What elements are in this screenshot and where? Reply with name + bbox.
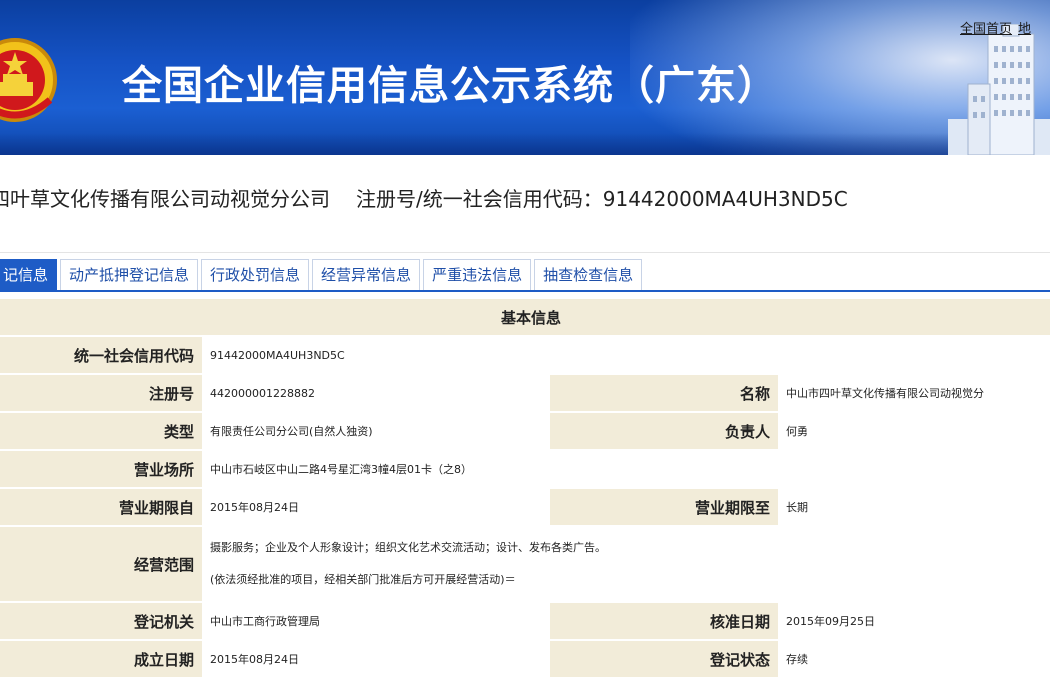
registration-code: 91442000MA4UH3ND5C <box>602 187 848 211</box>
credit-code-value: 91442000MA4UH3ND5C <box>201 335 1050 375</box>
approval-date-label: 核准日期 <box>548 601 780 641</box>
period-from-value: 2015年08月24日 <box>202 487 550 527</box>
tab-abnormal-operation[interactable]: 经营异常信息 <box>312 259 421 291</box>
manager-label: 负责人 <box>548 411 780 451</box>
scope-value: 摄影服务；企业及个人形象设计；组织文化艺术交流活动；设计、发布各类广告。 (依法… <box>201 525 1050 603</box>
national-home-link[interactable]: 全国首页 <box>960 21 1012 36</box>
company-heading: 四叶草文化传播有限公司动视觉分公司 注册号/统一社会信用代码：91442000MA… <box>0 184 848 214</box>
table-row: 基本信息 <box>0 297 1050 337</box>
table-row: 类型 有限责任公司分公司(自然人独资) 负责人 何勇 <box>0 411 1050 451</box>
address-value: 中山市石岐区中山二路4号星汇湾3幢4层01卡（之8） <box>201 449 1050 489</box>
scope-line: 摄影服务；企业及个人形象设计；组织文化艺术交流活动；设计、发布各类广告。 <box>210 541 606 554</box>
tab-chattel-mortgage[interactable]: 动产抵押登记信息 <box>60 259 199 291</box>
site-title: 全国企业信用信息公示系统（广东） <box>122 63 778 109</box>
period-to-label: 营业期限至 <box>548 487 780 527</box>
established-label: 成立日期 <box>0 639 204 679</box>
banner-bottom-band <box>0 133 1050 155</box>
table-row: 经营范围 摄影服务；企业及个人形象设计；组织文化艺术交流活动；设计、发布各类广告… <box>0 525 1050 603</box>
table-row: 成立日期 2015年08月24日 登记状态 存续 <box>0 639 1050 679</box>
table-row: 注册号 442000001228882 名称 中山市四叶草文化传播有限公司动视觉… <box>0 373 1050 413</box>
tab-serious-violation[interactable]: 严重违法信息 <box>423 259 532 291</box>
info-tabs: 记信息 动产抵押登记信息 行政处罚信息 经营异常信息 严重违法信息 抽查检查信息 <box>0 259 645 291</box>
tab-registration-info[interactable]: 记信息 <box>0 259 58 291</box>
table-row: 营业期限自 2015年08月24日 营业期限至 长期 <box>0 487 1050 527</box>
type-label: 类型 <box>0 411 204 451</box>
credit-code-label: 统一社会信用代码 <box>0 335 204 375</box>
name-value: 中山市四叶草文化传播有限公司动视觉分 <box>777 373 1050 413</box>
status-label: 登记状态 <box>548 639 780 679</box>
manager-value: 何勇 <box>777 411 1050 451</box>
divider <box>0 252 1050 253</box>
section-title: 基本信息 <box>0 297 1050 337</box>
header-banner: 全国企业信用信息公示系统（广东） 全国首页地 <box>0 0 1050 155</box>
table-row: 登记机关 中山市工商行政管理局 核准日期 2015年09月25日 <box>0 601 1050 641</box>
map-link[interactable]: 地 <box>1018 21 1031 36</box>
scope-note: (依法须经批准的项目，经相关部门批准后方可开展经营活动)＝ <box>210 573 516 586</box>
government-building-icon <box>948 24 1050 155</box>
type-value: 有限责任公司分公司(自然人独资) <box>202 411 550 451</box>
period-from-label: 营业期限自 <box>0 487 204 527</box>
basic-info-table: 基本信息 统一社会信用代码 91442000MA4UH3ND5C 注册号 442… <box>0 297 1050 679</box>
reg-no-value: 442000001228882 <box>202 373 550 413</box>
registration-code-label: 注册号/统一社会信用代码： <box>356 187 603 211</box>
period-to-value: 长期 <box>777 487 1050 527</box>
scope-label: 经营范围 <box>0 525 204 603</box>
name-label: 名称 <box>548 373 780 413</box>
table-row: 统一社会信用代码 91442000MA4UH3ND5C <box>0 335 1050 375</box>
tab-administrative-penalty[interactable]: 行政处罚信息 <box>201 259 310 291</box>
table-row: 营业场所 中山市石岐区中山二路4号星汇湾3幢4层01卡（之8） <box>0 449 1050 489</box>
tab-spot-check[interactable]: 抽查检查信息 <box>534 259 643 291</box>
established-value: 2015年08月24日 <box>202 639 550 679</box>
address-label: 营业场所 <box>0 449 204 489</box>
approval-date-value: 2015年09月25日 <box>777 601 1050 641</box>
authority-value: 中山市工商行政管理局 <box>202 601 550 641</box>
national-emblem-icon <box>0 38 57 122</box>
company-name: 四叶草文化传播有限公司动视觉分公司 <box>0 187 330 211</box>
authority-label: 登记机关 <box>0 601 204 641</box>
reg-no-label: 注册号 <box>0 373 204 413</box>
tab-underline <box>0 290 1050 292</box>
status-value: 存续 <box>777 639 1050 679</box>
top-links: 全国首页地 <box>960 18 1037 37</box>
